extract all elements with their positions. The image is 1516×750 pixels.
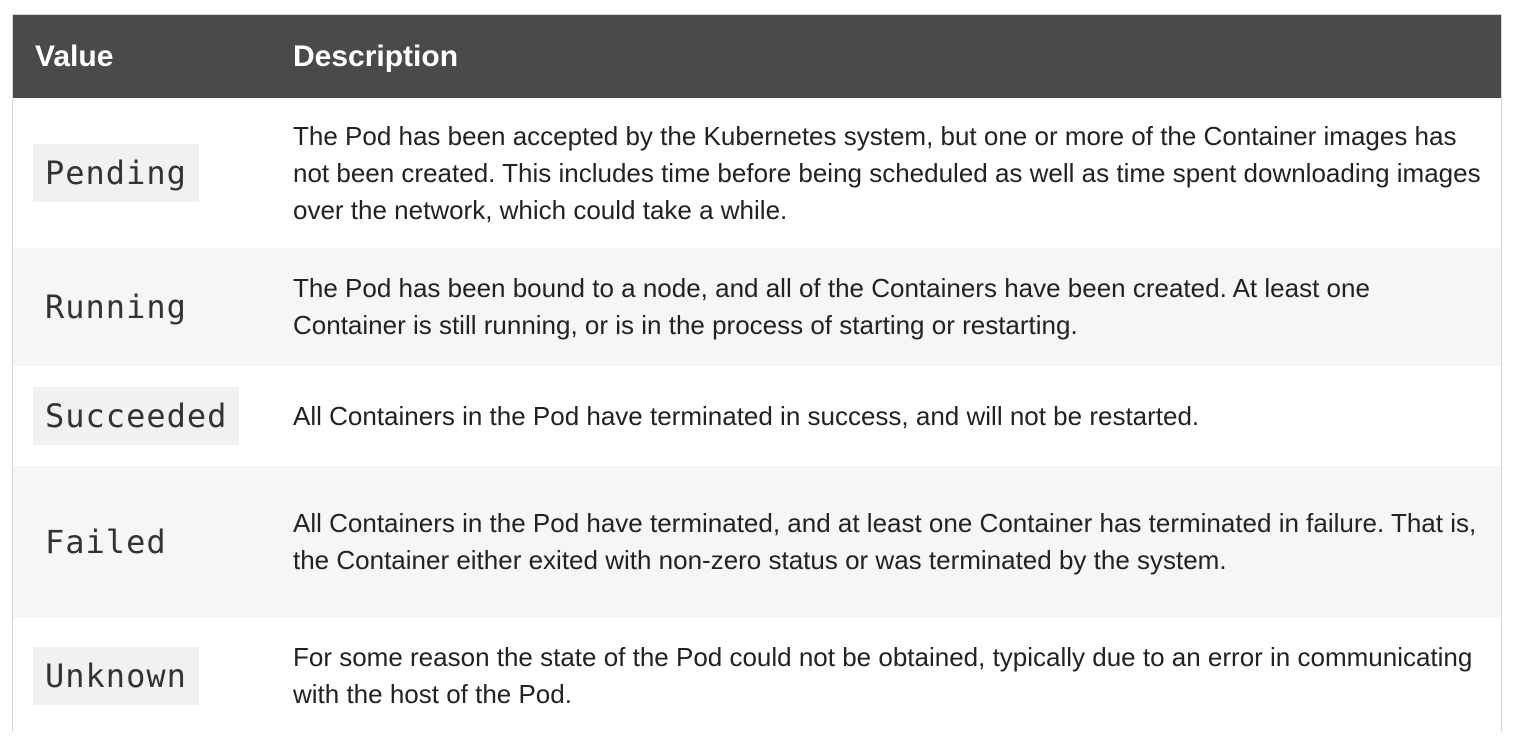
description-cell: The Pod has been accepted by the Kuberne…: [293, 120, 1481, 225]
column-header-value: Value: [35, 39, 114, 73]
table-body: Pending The Pod has been accepted by the…: [13, 98, 1501, 733]
table-row: Pending The Pod has been accepted by the…: [13, 98, 1501, 248]
table-row: Failed All Containers in the Pod have te…: [13, 466, 1501, 618]
value-cell: Failed: [13, 466, 273, 618]
description-cell: All Containers in the Pod have terminate…: [293, 400, 1200, 431]
phase-value-code: Pending: [33, 144, 199, 202]
description-cell: For some reason the state of the Pod cou…: [293, 641, 1473, 709]
phase-value-code: Running: [45, 288, 187, 326]
pod-phase-table: Value Description Pending The Pod has be…: [12, 14, 1502, 733]
table-header-row: Value Description: [13, 15, 1501, 98]
column-header-description: Description: [293, 39, 459, 73]
table-row: Running The Pod has been bound to a node…: [13, 248, 1501, 366]
table-header: Value Description: [13, 15, 1501, 98]
table-row: Unknown For some reason the state of the…: [13, 618, 1501, 733]
phase-value-code: Succeeded: [33, 387, 240, 445]
phase-value-code: Unknown: [33, 646, 199, 705]
description-cell: The Pod has been bound to a node, and al…: [293, 273, 1370, 340]
value-cell: Succeeded: [13, 366, 273, 466]
table-row: Succeeded All Containers in the Pod have…: [13, 366, 1501, 466]
value-cell: Running: [13, 248, 273, 366]
phase-value-code: Failed: [45, 523, 167, 561]
value-cell: Pending: [13, 98, 273, 248]
value-cell: Unknown: [13, 618, 273, 733]
description-cell: All Containers in the Pod have terminate…: [293, 508, 1477, 575]
pod-phase-table-grid: Value Description Pending The Pod has be…: [13, 15, 1501, 733]
